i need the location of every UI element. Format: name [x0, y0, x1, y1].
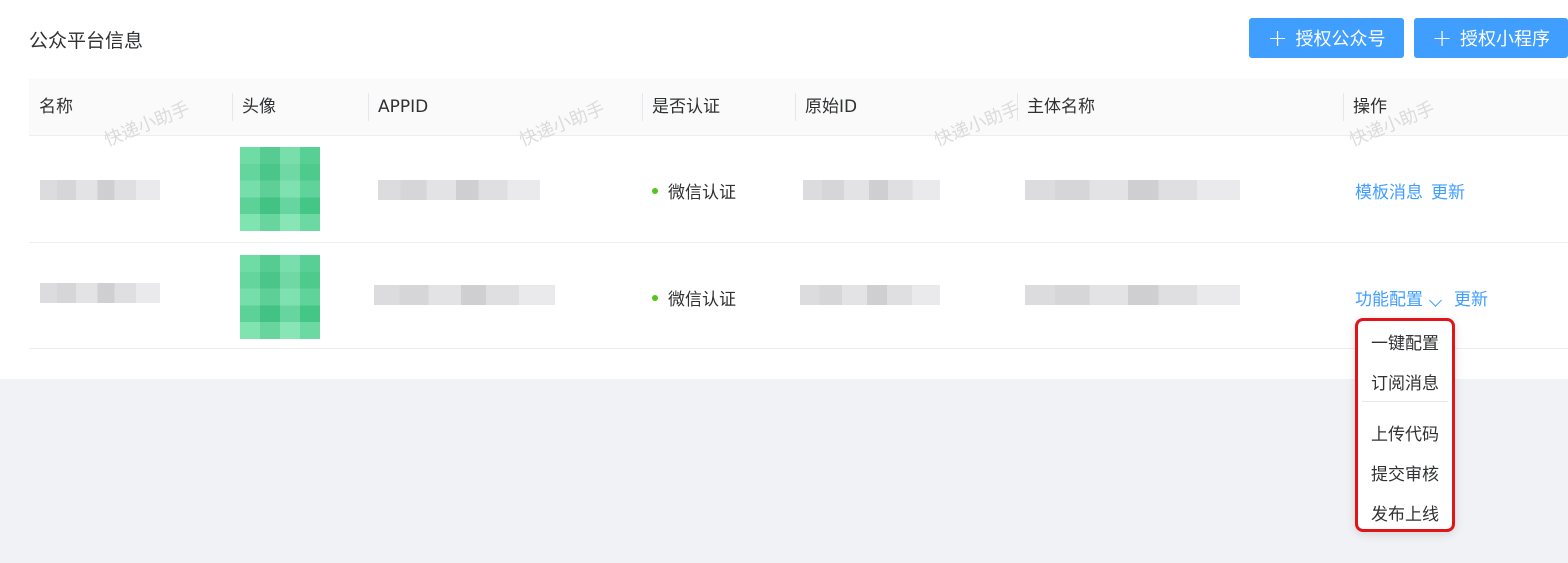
column-header-certified-label: 是否认证	[652, 97, 720, 117]
column-separator	[368, 93, 369, 121]
column-header-certified: 是否认证	[642, 79, 720, 136]
certification-label: 微信认证	[668, 183, 736, 203]
certification-status: 微信认证	[652, 285, 736, 310]
column-separator	[795, 93, 796, 121]
menu-divider	[1362, 401, 1448, 402]
column-header-entity-name-label: 主体名称	[1027, 97, 1095, 117]
column-header-avatar: 头像	[232, 79, 276, 136]
redacted-name	[40, 283, 160, 303]
menu-item-upload-code[interactable]: 上传代码	[1358, 420, 1452, 445]
certification-status: 微信认证	[652, 178, 736, 203]
menu-item-submit-review[interactable]: 提交审核	[1358, 460, 1452, 485]
status-dot-icon	[652, 294, 658, 301]
row-actions: 模板消息 更新	[1355, 178, 1465, 203]
update-link[interactable]: 更新	[1431, 178, 1465, 203]
redacted-name	[40, 180, 160, 200]
column-separator	[232, 93, 233, 121]
feature-config-menu: 一键配置 订阅消息 上传代码 提交审核 发布上线	[1355, 318, 1455, 532]
column-separator	[642, 93, 643, 121]
template-message-link[interactable]: 模板消息	[1355, 178, 1423, 203]
avatar	[240, 147, 320, 231]
table-row: 微信认证 功能配置 更新	[29, 243, 1568, 349]
certification-label: 微信认证	[668, 290, 736, 310]
column-header-actions-label: 操作	[1353, 97, 1387, 117]
column-header-appid: APPID	[368, 79, 428, 136]
redacted-entity-name	[1025, 285, 1240, 305]
redacted-original-id	[800, 285, 940, 305]
status-dot-icon	[652, 187, 658, 194]
column-separator	[1343, 93, 1344, 121]
column-header-entity-name: 主体名称	[1017, 79, 1095, 136]
column-separator	[1017, 93, 1018, 121]
table-header: 名称 头像 APPID 是否认证 原始ID 主体名称 操作	[29, 79, 1568, 136]
column-header-actions: 操作	[1343, 79, 1387, 136]
menu-item-one-click-config[interactable]: 一键配置	[1358, 329, 1452, 354]
column-header-name: 名称	[39, 97, 73, 117]
authorize-official-account-label: 授权公众号	[1295, 29, 1386, 50]
table-row: 微信认证 模板消息 更新	[29, 136, 1568, 243]
redacted-entity-name	[1025, 180, 1240, 200]
redacted-appid	[374, 285, 555, 305]
column-header-appid-label: APPID	[378, 97, 429, 117]
feature-config-dropdown[interactable]: 功能配置	[1355, 285, 1446, 310]
authorize-mini-program-button[interactable]: + 授权小程序	[1414, 18, 1568, 58]
redacted-original-id	[803, 180, 940, 200]
column-header-original-id-label: 原始ID	[805, 97, 858, 117]
chevron-down-icon	[1429, 294, 1442, 307]
avatar	[240, 255, 320, 339]
column-header-avatar-label: 头像	[242, 97, 276, 117]
menu-item-subscribe-message[interactable]: 订阅消息	[1358, 369, 1452, 394]
menu-item-publish[interactable]: 发布上线	[1358, 500, 1452, 525]
plus-icon: +	[1431, 24, 1453, 52]
column-header-original-id: 原始ID	[795, 79, 857, 136]
authorize-official-account-button[interactable]: + 授权公众号	[1249, 18, 1404, 58]
update-link[interactable]: 更新	[1454, 285, 1488, 310]
authorize-mini-program-label: 授权小程序	[1460, 29, 1551, 50]
redacted-appid	[378, 180, 540, 200]
main-panel: 公众平台信息 + 授权公众号 + 授权小程序 名称 头像 APPID 是否认证 …	[0, 0, 1568, 379]
row-actions: 功能配置 更新	[1355, 285, 1488, 310]
feature-config-label: 功能配置	[1355, 290, 1423, 310]
page-title: 公众平台信息	[29, 30, 144, 52]
plus-icon: +	[1267, 24, 1288, 52]
